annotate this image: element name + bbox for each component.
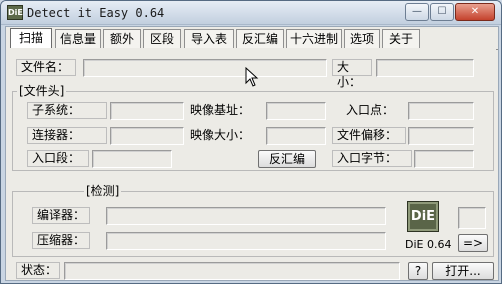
detect-group-title: [检测]: [84, 184, 122, 198]
disasm-button[interactable]: 反汇编: [258, 150, 316, 168]
image-base-field: [266, 102, 326, 120]
maximize-button[interactable]: ☐: [430, 3, 454, 21]
file-size-field: [376, 59, 474, 77]
tab-extra[interactable]: 额外: [103, 29, 141, 49]
entry-bytes-label: 入口字节：: [332, 150, 412, 167]
packer-label: 压缩器：: [32, 232, 90, 249]
detect-extra-field: [458, 207, 486, 229]
minimize-button[interactable]: —: [405, 3, 429, 21]
entry-point-label: 入口点：: [346, 103, 395, 117]
packer-field: [106, 232, 386, 250]
status-label: 状态：: [16, 262, 60, 279]
subsystem-field: [110, 102, 184, 120]
tab-hex[interactable]: 十六进制: [286, 29, 342, 49]
main-window: DiE Detect it Easy 0.64 — ☐ ✕ 扫描 信息量 额外 …: [0, 0, 502, 284]
file-name-label: 文件名：: [16, 59, 76, 76]
detect-arrow-button[interactable]: =>: [458, 234, 488, 252]
status-field: [64, 262, 400, 280]
subsystem-label: 子系统：: [27, 102, 107, 119]
file-offset-label: 文件偏移：: [332, 127, 406, 144]
tab-scan[interactable]: 扫描: [10, 28, 52, 50]
title-bar[interactable]: DiE Detect it Easy 0.64 — ☐ ✕: [1, 1, 501, 25]
die-version-label: DiE 0.64: [405, 238, 452, 251]
die-logo: DiE: [407, 201, 439, 232]
tab-info[interactable]: 信息量: [55, 29, 101, 49]
entry-section-field: [92, 150, 172, 168]
linker-label: 连接器：: [27, 127, 107, 144]
tab-options[interactable]: 选项: [344, 29, 380, 49]
file-size-label: 大小：: [332, 59, 372, 89]
compiler-label: 编译器：: [32, 207, 90, 224]
file-name-field[interactable]: [83, 59, 327, 77]
mouse-cursor-icon: [245, 67, 259, 87]
file-offset-field: [408, 127, 474, 145]
entry-point-field: [408, 102, 474, 120]
image-base-label: 映像基址：: [190, 103, 251, 117]
entry-section-label: 入口段：: [27, 150, 89, 167]
open-button[interactable]: 打开...: [432, 262, 494, 280]
tab-about[interactable]: 关于: [382, 29, 420, 49]
compiler-field: [106, 207, 386, 225]
tab-imports[interactable]: 导入表: [184, 29, 234, 49]
tab-disasm[interactable]: 反汇编: [236, 29, 284, 49]
entry-bytes-field: [414, 150, 474, 168]
help-button[interactable]: ?: [408, 262, 428, 280]
window-title: Detect it Easy 0.64: [27, 6, 165, 20]
close-button[interactable]: ✕: [455, 3, 495, 21]
linker-field: [110, 127, 184, 145]
image-size-label: 映像大小：: [190, 128, 251, 142]
image-size-field: [266, 127, 326, 145]
header-group-title: [文件头]: [17, 84, 67, 98]
app-icon: DiE: [7, 5, 23, 20]
tab-sections[interactable]: 区段: [143, 29, 181, 49]
